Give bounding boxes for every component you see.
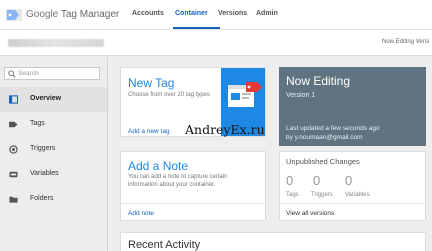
overview-icon (9, 95, 18, 104)
now-editing-card: Now Editing Version 1 Last updated a few… (279, 67, 426, 146)
tag-icon (9, 121, 18, 128)
add-note-card[interactable]: Add a Note You can add a note to capture… (120, 151, 266, 221)
nav-accounts[interactable]: Accounts (132, 10, 164, 17)
nav-container[interactable]: Container (175, 10, 208, 17)
brand-product: Tag Manager (60, 9, 120, 20)
search-icon (8, 70, 16, 78)
recent-activity-card: Recent Activity (120, 232, 426, 251)
sidebar-item-tags[interactable]: Tags (0, 112, 107, 137)
search-placeholder: Search (18, 70, 39, 77)
unpublished-title: Unpublished Changes (286, 157, 360, 166)
variables-count-label: Variables (345, 192, 370, 198)
now-editing-title: Now Editing (286, 74, 351, 88)
add-new-tag-link[interactable]: Add a new tag (128, 128, 170, 135)
sidebar-item-label: Triggers (30, 145, 56, 152)
sidebar-item-folders[interactable]: Folders (0, 187, 107, 212)
brand-google: Google (26, 9, 59, 20)
variables-count: 0 (345, 173, 353, 188)
new-tag-description: Choose from over 20 tag types (128, 92, 211, 98)
now-editing-status[interactable]: Now Editing Versi (382, 39, 429, 45)
nav-versions[interactable]: Versions (218, 10, 247, 17)
new-tag-title: New Tag (128, 76, 175, 90)
now-editing-version: Version 1 (286, 92, 316, 99)
sidebar-item-label: Variables (30, 170, 59, 177)
updated-by-text: by y.noumaan@gmail.com (286, 134, 363, 141)
add-note-title: Add a Note (128, 159, 189, 173)
last-updated-text: Last updated a few seconds ago (286, 125, 380, 132)
container-name-redacted[interactable] (8, 39, 104, 47)
tags-count-label: Tags (286, 192, 299, 198)
tag-manager-logo-icon (6, 9, 22, 21)
sidebar-item-variables[interactable]: Variables (0, 162, 107, 187)
triggers-count: 0 (313, 173, 321, 188)
folder-icon (9, 196, 18, 203)
tags-count: 0 (286, 173, 294, 188)
add-note-link[interactable]: Add note (128, 210, 154, 217)
sidebar: Search Overview Tags Triggers Variables … (0, 57, 108, 251)
card-divider (280, 203, 425, 204)
unpublished-changes-card: Unpublished Changes 0 Tags 0 Triggers 0 … (279, 151, 426, 221)
brand-name[interactable]: Google Tag Manager (26, 9, 119, 20)
sidebar-item-label: Tags (30, 120, 45, 127)
sidebar-item-label: Folders (30, 195, 54, 202)
container-bar: Now Editing Versi (0, 30, 432, 56)
top-bar: Google Tag Manager Accounts Container Ve… (0, 0, 432, 30)
nav-admin[interactable]: Admin (256, 10, 278, 17)
view-all-versions-link[interactable]: View all versions (286, 210, 334, 217)
search-input[interactable]: Search (4, 67, 100, 80)
trigger-icon (9, 145, 18, 154)
active-nav-indicator (173, 27, 220, 29)
sidebar-item-triggers[interactable]: Triggers (0, 137, 107, 162)
card-divider (121, 203, 265, 204)
sidebar-item-label: Overview (30, 95, 62, 102)
triggers-count-label: Triggers (311, 192, 333, 198)
sidebar-item-overview[interactable]: Overview (0, 87, 107, 112)
watermark-text: AndreyEx.ru (185, 122, 265, 137)
variables-icon (9, 171, 18, 178)
add-note-description: You can add a note to capture certain in… (128, 174, 228, 188)
recent-activity-title: Recent Activity (128, 239, 201, 251)
